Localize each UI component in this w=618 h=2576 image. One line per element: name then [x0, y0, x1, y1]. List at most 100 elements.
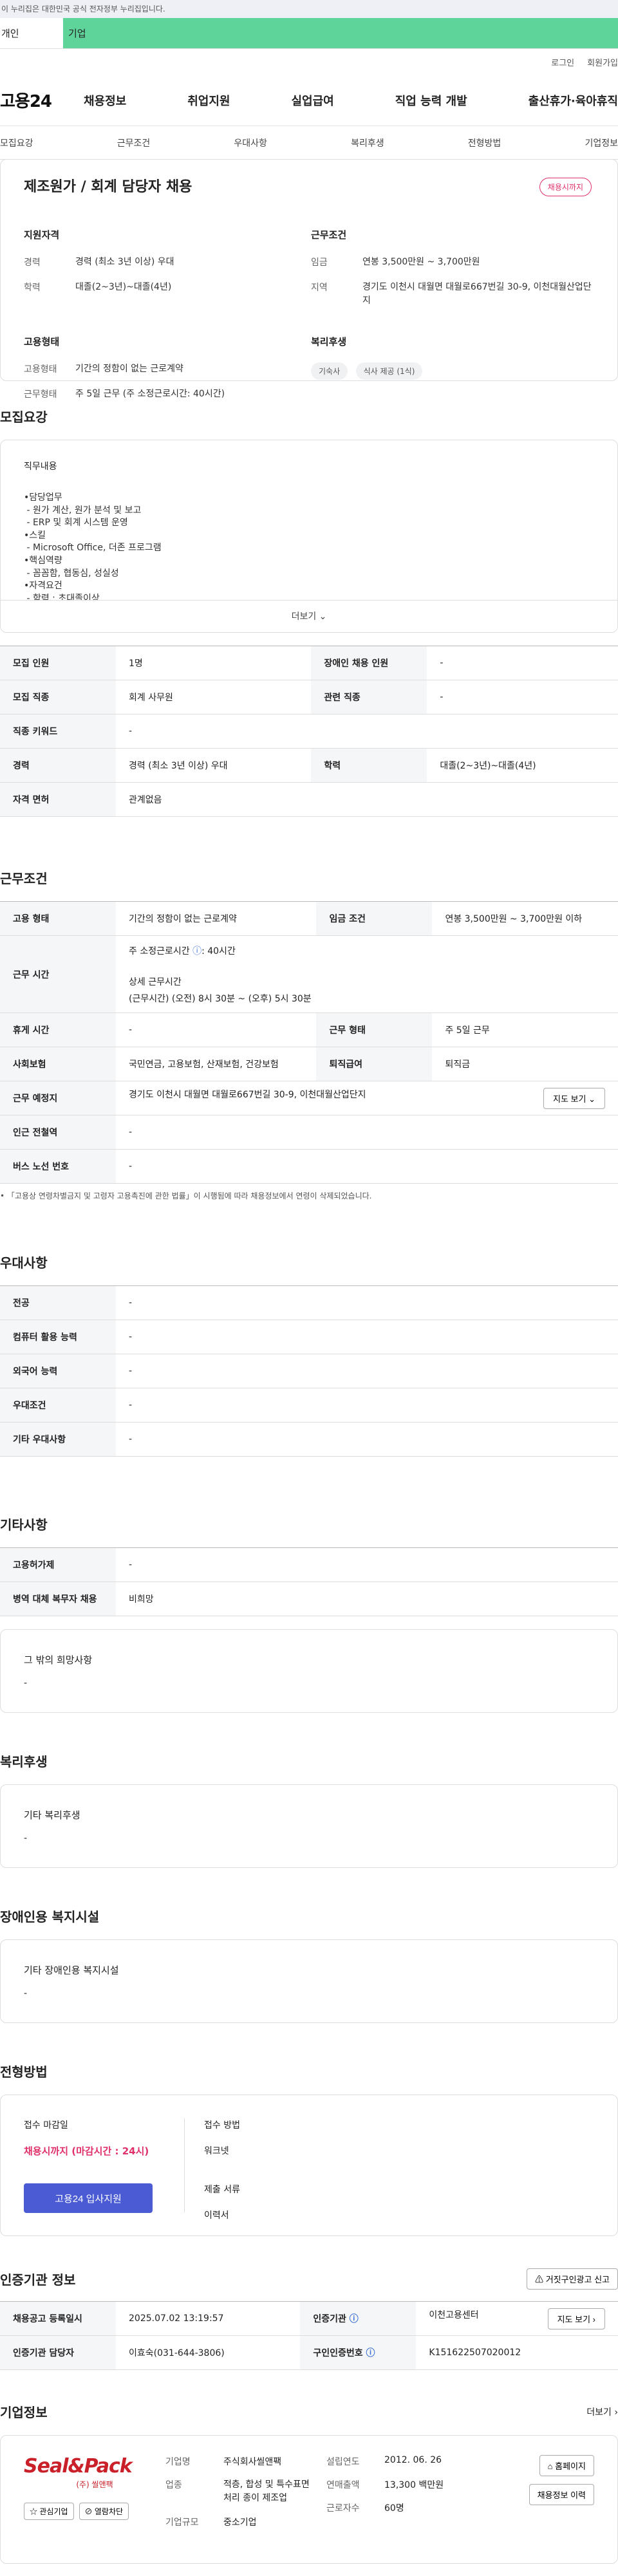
company-label: 근로자수: [326, 2503, 360, 2514]
anchor-apply[interactable]: 전형방법: [468, 136, 501, 149]
company-value: 적층, 합성 및 특수표면처리 종이 제조업: [223, 2479, 310, 2503]
info-icon[interactable]: ⓘ: [192, 946, 201, 957]
work-table: 고용 형태 기간의 정함이 없는 근로계약 임금 조건 연봉 3,500만원 ~ 3…: [0, 901, 618, 1184]
row-value: -: [116, 714, 618, 749]
row-value: 2025.07.02 13:19:57: [116, 2301, 301, 2336]
tab-company[interactable]: 기업: [63, 18, 618, 48]
etc-table: 고용허가제 - 병역 대체 복무자 채용 비희망: [0, 1547, 618, 1616]
row-value: -: [116, 1320, 618, 1354]
duty-line: •담당업무: [24, 492, 62, 503]
emp-value: 주 5일 근무 (주 소정근로시간: 40시간): [75, 389, 225, 399]
homepage-button[interactable]: ⌂ 홈페이지: [539, 2455, 594, 2476]
row-value: -: [427, 646, 618, 680]
deadline-value: 채용시까지 (마감시간 : 24시): [24, 2145, 149, 2157]
login-link[interactable]: 로그인: [551, 56, 574, 68]
row-header: 인증기관 ⓘ: [300, 2301, 417, 2336]
etc-hope-heading: 그 밖의 희망사항: [24, 1654, 93, 1666]
row-header: 외국어 능력: [0, 1354, 116, 1388]
map-button[interactable]: 지도 보기 ›: [547, 2308, 605, 2329]
row-header: 휴게 시간: [0, 1013, 116, 1047]
gnb-item-parental-leave[interactable]: 출산휴가·육아휴직: [529, 92, 618, 109]
row-header: 병역 대체 복무자 채용: [0, 1582, 116, 1616]
row-header: 직종 키워드: [0, 714, 116, 749]
duty-line: - ERP 및 회계 시스템 운영: [24, 518, 128, 528]
disabled-box-value: -: [24, 1988, 28, 1999]
etc-section-title: 기타사항: [0, 1517, 48, 1533]
qual-value: 대졸(2~3년)~대졸(4년): [75, 282, 172, 292]
gnb-item-jobs[interactable]: 채용정보: [84, 92, 126, 109]
apply-button[interactable]: 고용24 입사지원: [24, 2183, 153, 2213]
home-icon: ⌂: [547, 2461, 553, 2471]
row-value: 주 5일 근무: [432, 1013, 618, 1047]
row-header: 경력: [0, 748, 116, 783]
user-type-tabs: 개인 기업: [0, 18, 618, 49]
chevron-down-icon: ⌄: [588, 1094, 595, 1104]
map-button-label: 지도 보기: [553, 1094, 586, 1104]
row-header: 퇴직급여: [316, 1047, 433, 1081]
block-view-button[interactable]: ⊘ 열람차단: [79, 2503, 129, 2520]
emp-label: 고용형태: [24, 364, 57, 375]
row-value: 비희망: [116, 1582, 618, 1616]
favorite-label: 관심기업: [39, 2507, 68, 2516]
gnb-item-employment-support[interactable]: 취업지원: [187, 92, 230, 109]
agency-section-title: 인증기관 정보: [0, 2272, 76, 2288]
detail-hours-value: (근무시간) (오전) 8시 30분 ~ (오후) 5시 30분: [129, 993, 312, 1004]
info-icon[interactable]: ⓘ: [350, 2314, 359, 2324]
company-value: 13,300 백만원: [384, 2480, 444, 2490]
method-value: 워크넷: [204, 2146, 229, 2156]
qualification-heading: 지원자격: [24, 229, 60, 241]
anchor-recruit[interactable]: 모집요강: [0, 136, 33, 149]
duty-line: •핵심역량: [24, 555, 62, 566]
apply-section-title: 전형방법: [0, 2064, 48, 2080]
job-title: 제조원가 / 회계 담당자 채용: [24, 179, 192, 195]
agency-table: 채용공고 등록일시 2025.07.02 13:19:57 인증기관 ⓘ 이천고용…: [0, 2301, 618, 2370]
company-label: 기업규모: [165, 2517, 199, 2528]
agency-org-value: 이천고용센터: [429, 2310, 479, 2320]
anchor-company[interactable]: 기업정보: [585, 136, 618, 149]
row-value: 이천고용센터 지도 보기 ›: [416, 2301, 618, 2336]
info-icon[interactable]: ⓘ: [366, 2348, 375, 2358]
duty-heading: 직무내용: [24, 462, 57, 472]
work-hours-cell: 주 소정근로시간 ⓘ: 40시간 상세 근무시간 (근무시간) (오전) 8시 …: [116, 935, 618, 1013]
detail-hours-label: 상세 근무시간: [129, 976, 182, 987]
company-value: 2012. 06. 26: [384, 2455, 442, 2465]
welfare-box-value: -: [24, 1833, 28, 1843]
weekly-hours-value: : 40시간: [201, 946, 236, 957]
gnb-item-job-training[interactable]: 직업 능력 개발: [395, 92, 467, 109]
welfare-chip: 식사 제공 (1식): [355, 362, 423, 380]
duty-line: - 꼼꼼함, 협동심, 성실성: [24, 568, 119, 579]
row-header: 인근 전철역: [0, 1115, 116, 1150]
row-value: -: [116, 1547, 618, 1582]
more-button[interactable]: 더보기 ⌄: [1, 600, 617, 632]
cond-value: 연봉 3,500만원 ~ 3,700만원: [362, 257, 480, 267]
row-header: 고용허가제: [0, 1547, 116, 1582]
company-logo-text: Seal&Pack: [24, 2455, 133, 2478]
site-logo[interactable]: 고용24: [0, 88, 84, 112]
gnb-item-unemployment-benefit[interactable]: 실업급여: [292, 92, 334, 109]
chevron-down-icon: ⌄: [319, 611, 327, 622]
favorite-company-button[interactable]: ☆ 관심기업: [24, 2503, 74, 2520]
anchor-welfare[interactable]: 복리후생: [351, 136, 384, 149]
company-label: 설립연도: [326, 2457, 360, 2467]
report-fake-ad-button[interactable]: ⚠ 거짓구인광고 신고: [527, 2268, 618, 2290]
row-header: 모집 인원: [0, 646, 116, 680]
apply-box: 접수 마감일 채용시까지 (마감시간 : 24시) 고용24 입사지원 접수 방…: [0, 2095, 618, 2236]
anchor-pref[interactable]: 우대사항: [234, 136, 267, 149]
row-value: K151622507020012: [416, 2335, 618, 2370]
work-section-title: 근무조건: [0, 871, 48, 886]
signup-link[interactable]: 회원가입: [587, 56, 618, 68]
qual-label: 학력: [24, 283, 41, 293]
row-value: 국민연금, 고용보험, 산재보험, 건강보험: [116, 1047, 317, 1081]
qual-label: 경력: [24, 257, 41, 268]
section-anchor-nav: 모집요강 근무조건 우대사항 복리후생 전형방법 기업정보: [0, 126, 618, 160]
duty-description-box: 직무내용 •담당업무 - 원가 계산, 원가 분석 및 보고 - ERP 및 회…: [0, 440, 618, 633]
company-more-link[interactable]: 더보기 ›: [586, 2405, 618, 2418]
row-header: 임금 조건: [316, 901, 433, 936]
job-history-button[interactable]: 채용정보 이력: [529, 2484, 594, 2505]
anchor-work[interactable]: 근무조건: [117, 136, 151, 149]
agency-no-label: 구인인증번호: [313, 2348, 363, 2358]
map-button[interactable]: 지도 보기 ⌄: [543, 1087, 605, 1109]
cond-label: 지역: [311, 283, 328, 293]
tab-personal[interactable]: 개인: [0, 18, 63, 48]
age-notice: • 「고용상 연령차별금지 및 고령자 고용촉진에 관한 법률」이 시행됨에 따…: [0, 1191, 372, 1200]
